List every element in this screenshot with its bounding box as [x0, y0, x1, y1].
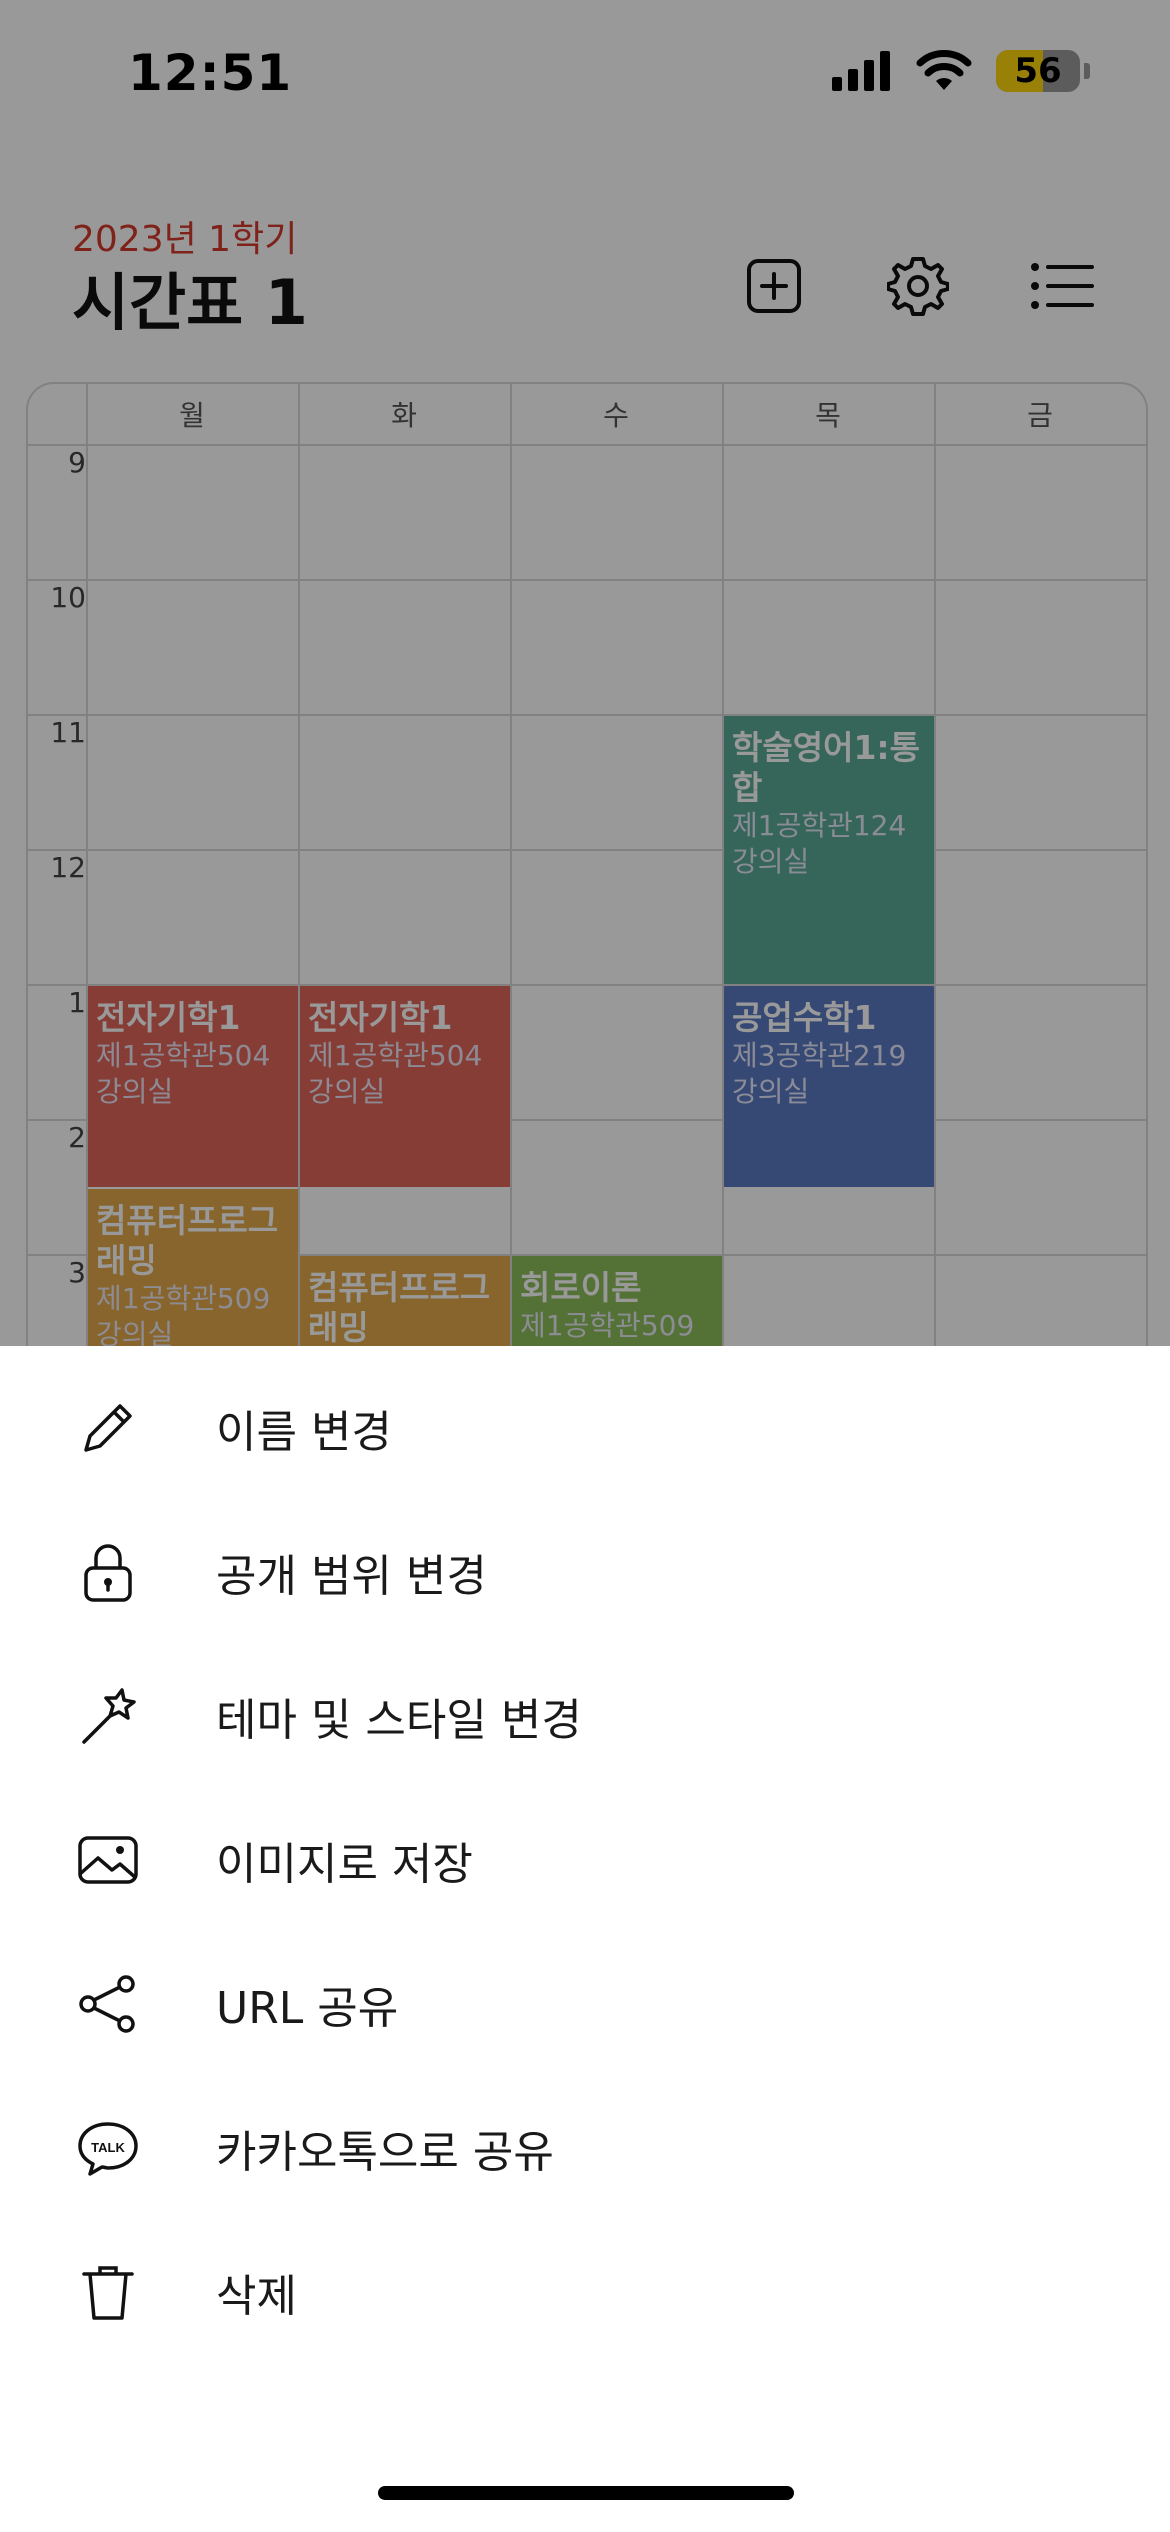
trash-icon [72, 2256, 144, 2328]
share-icon [72, 1968, 144, 2040]
image-icon [72, 1824, 144, 1896]
action-sheet: 이름 변경 공개 범위 변경 테마 및 스타일 변경 이미지로 저장 URL 공… [0, 1346, 1170, 2532]
save-image-menu-item[interactable]: 이미지로 저장 [0, 1788, 1170, 1932]
menu-item-label: 카카오톡으로 공유 [216, 2127, 554, 2178]
menu-item-label: 테마 및 스타일 변경 [216, 1695, 582, 1746]
menu-item-label: 이름 변경 [216, 1407, 392, 1458]
rename-menu-item[interactable]: 이름 변경 [0, 1356, 1170, 1500]
svg-text:TALK: TALK [91, 2140, 125, 2155]
menu-item-label: 공개 범위 변경 [216, 1551, 487, 1602]
share-url-menu-item[interactable]: URL 공유 [0, 1932, 1170, 2076]
visibility-menu-item[interactable]: 공개 범위 변경 [0, 1500, 1170, 1644]
screen: 12:51 56 2023년 1학기 시간표 1 월 화 수 목 금 9 10 … [0, 0, 1170, 2532]
delete-menu-item[interactable]: 삭제 [0, 2220, 1170, 2364]
share-kakaotalk-menu-item[interactable]: TALK 카카오톡으로 공유 [0, 2076, 1170, 2220]
pencil-icon [72, 1392, 144, 1464]
menu-item-label: 삭제 [216, 2271, 297, 2322]
home-indicator[interactable] [378, 2486, 794, 2500]
theme-menu-item[interactable]: 테마 및 스타일 변경 [0, 1644, 1170, 1788]
menu-item-label: 이미지로 저장 [216, 1839, 473, 1890]
modal-backdrop[interactable] [0, 0, 1170, 1346]
lock-icon [72, 1536, 144, 1608]
magic-wand-icon [72, 1680, 144, 1752]
kakaotalk-icon: TALK [72, 2112, 144, 2184]
menu-item-label: URL 공유 [216, 1983, 399, 2034]
